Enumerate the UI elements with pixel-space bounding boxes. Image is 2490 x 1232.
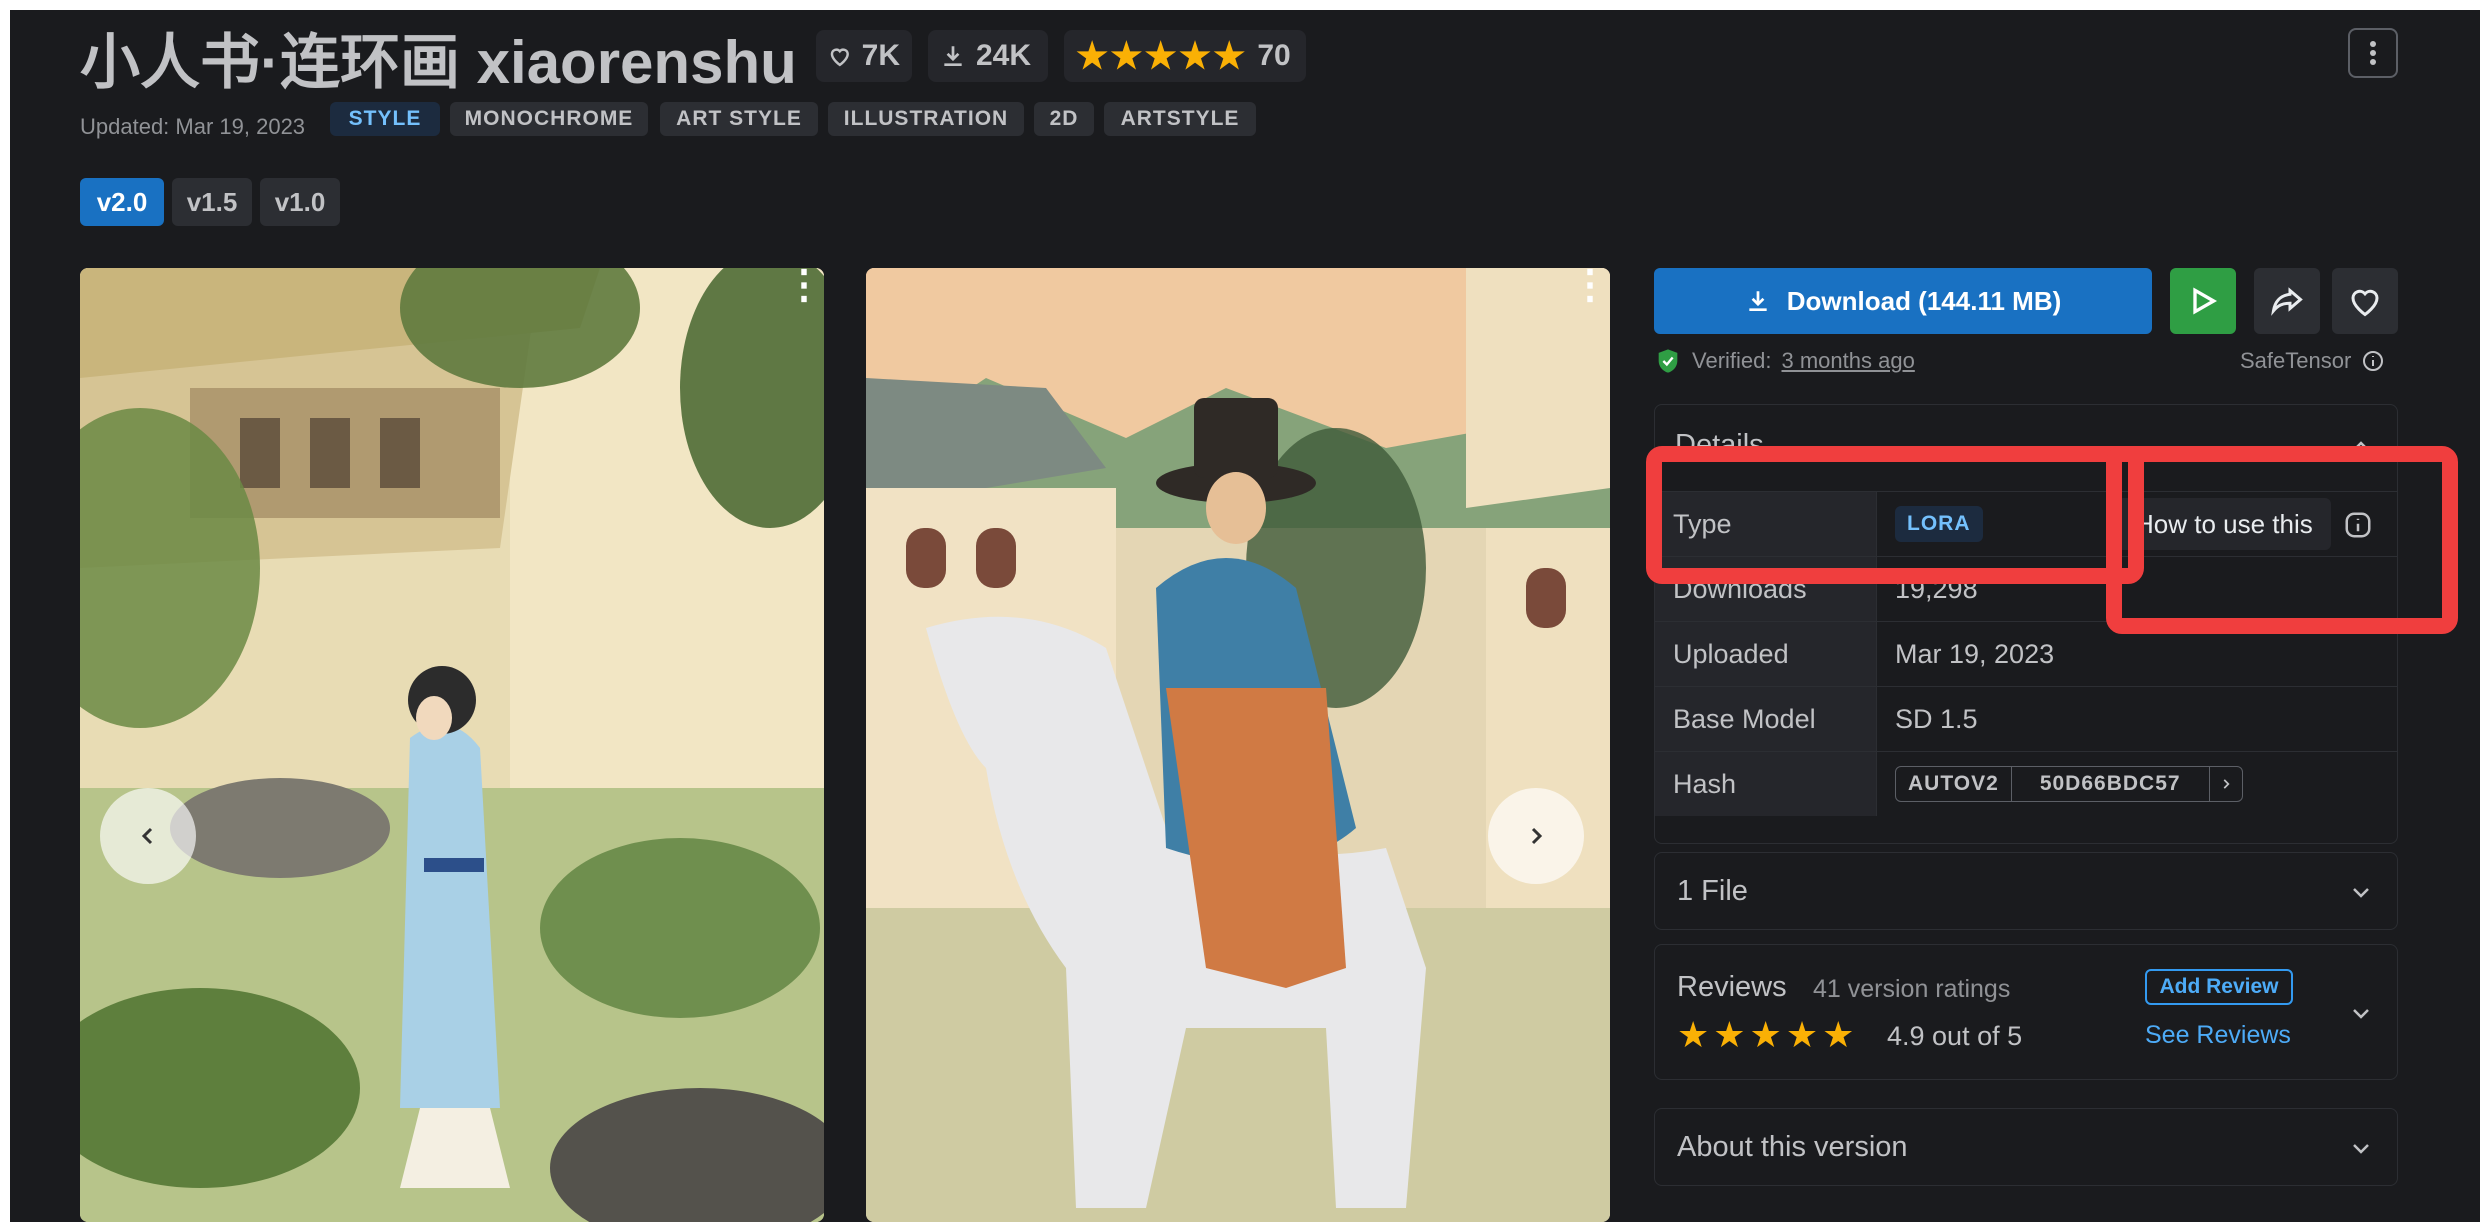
kebab-icon (2370, 41, 2376, 65)
uploaded-key: Uploaded (1655, 622, 1877, 686)
downloads-count: 24K (976, 39, 1032, 72)
reviews-stars-icon: ★★★★★ (1677, 1014, 1859, 1055)
downloads-badge[interactable]: 24K (928, 30, 1048, 82)
uploaded-value: Mar 19, 2023 (1895, 638, 2055, 669)
run-button[interactable] (2170, 268, 2236, 334)
safetensor-info[interactable]: SafeTensor (2240, 344, 2385, 378)
files-accordion[interactable]: 1 File (1654, 852, 2398, 930)
download-icon (1749, 291, 1767, 312)
tag-art-style[interactable]: ART STYLE (660, 102, 818, 136)
more-menu-button[interactable] (2348, 28, 2398, 78)
shield-check-icon (1658, 349, 1678, 373)
verified-info: Verified: 3 months ago (1654, 344, 1915, 378)
version-v1-5-button[interactable]: v1.5 (172, 178, 252, 226)
download-label: Download (144.11 MB) (1786, 285, 2062, 316)
files-label: 1 File (1677, 875, 1748, 907)
tag-illustration[interactable]: ILLUSTRATION (828, 102, 1024, 136)
version-v2-0-button[interactable]: v2.0 (80, 178, 164, 226)
about-accordion[interactable]: About this version (1654, 1108, 2398, 1186)
tag-2d[interactable]: 2D (1034, 102, 1094, 136)
safetensor-label: SafeTensor (2240, 348, 2352, 373)
hash-value: AUTOV2 50D66BDC57 (1895, 752, 2243, 816)
play-icon (2193, 287, 2218, 315)
verified-label: Verified: (1692, 348, 1772, 373)
chevron-down-icon (2353, 888, 2369, 898)
heart-icon (2351, 289, 2379, 317)
tag-artstyle[interactable]: ARTSTYLE (1104, 102, 1256, 136)
image-girl-in-garden (80, 268, 824, 1222)
details-row-base-model: Base Model SD 1.5 (1655, 686, 2397, 751)
reviews-score: 4.9 out of 5 (1887, 1021, 2023, 1051)
share-icon (2271, 287, 2303, 316)
share-button[interactable] (2254, 268, 2320, 334)
highlight-box-how-to-use (2106, 446, 2458, 634)
rating-count: 70 (1257, 39, 1291, 72)
chevron-down-icon (2353, 1144, 2369, 1154)
model-title: 小人书·连环画 xiaorenshu (80, 29, 797, 96)
image-rider-on-horse (866, 268, 1610, 1222)
gallery-next-button[interactable] (1488, 788, 1584, 884)
likes-badge[interactable]: 7K (816, 30, 912, 82)
base-model-value: SD 1.5 (1895, 703, 1978, 734)
tag-style[interactable]: STYLE (330, 102, 440, 136)
image-2-options-icon[interactable]: ⋮ (1570, 268, 1610, 305)
chevron-left-icon (141, 827, 153, 845)
highlight-box-type (1646, 446, 2144, 584)
likes-count: 7K (861, 39, 900, 72)
reviews-title: Reviews (1677, 971, 1787, 1003)
gallery-image-2[interactable]: ⋮ (866, 268, 1610, 1222)
page-frame: 小人书·连环画 xiaorenshu 7K 24K ★★★★★ 70 Updat… (10, 10, 2480, 1222)
image-1-options-icon[interactable]: ⋮ (784, 268, 824, 305)
rating-stars-icon: ★★★★★ (1076, 35, 1248, 76)
rating-badge[interactable]: ★★★★★ 70 (1064, 30, 1306, 82)
see-reviews-link[interactable]: See Reviews (2145, 1021, 2291, 1050)
hash-next-icon[interactable] (2210, 767, 2242, 801)
hash-control[interactable]: AUTOV2 50D66BDC57 (1895, 766, 2243, 802)
version-v1-0-button[interactable]: v1.0 (260, 178, 340, 226)
add-review-button[interactable]: Add Review (2145, 969, 2293, 1005)
updated-date: Updated: Mar 19, 2023 (80, 114, 306, 139)
verified-time-link[interactable]: 3 months ago (1782, 348, 1915, 374)
chevron-down-icon[interactable] (2349, 1001, 2373, 1025)
favorite-button[interactable] (2332, 268, 2398, 334)
reviews-panel: Reviews 41 version ratings ★★★★★ 4.9 out… (1654, 944, 2398, 1080)
info-icon (2363, 351, 2384, 371)
heart-icon (830, 48, 849, 67)
hash-key: Hash (1655, 752, 1877, 816)
gallery-prev-button[interactable] (100, 788, 196, 884)
details-row-hash: Hash AUTOV2 50D66BDC57 (1655, 751, 2397, 816)
hash-type[interactable]: AUTOV2 (1896, 767, 2012, 801)
chevron-right-icon (1531, 827, 1543, 845)
about-label: About this version (1677, 1131, 1908, 1163)
download-button[interactable]: Download (144.11 MB) (1654, 268, 2152, 334)
hash-string[interactable]: 50D66BDC57 (2012, 767, 2210, 801)
gallery-image-1[interactable]: ⋮ (80, 268, 824, 1222)
tag-monochrome[interactable]: MONOCHROME (450, 102, 648, 136)
reviews-count: 41 version ratings (1813, 975, 2011, 1003)
base-model-key: Base Model (1655, 687, 1877, 751)
download-icon (944, 46, 962, 67)
